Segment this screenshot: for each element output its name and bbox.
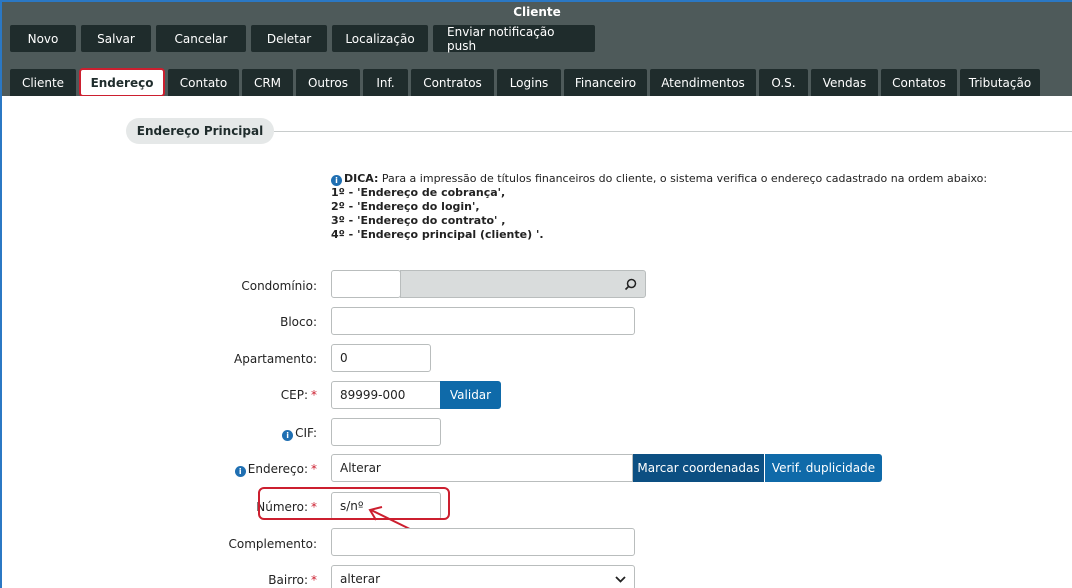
cif-label: i CIF: bbox=[117, 426, 317, 441]
tab-tributacao[interactable]: Tributação bbox=[960, 69, 1040, 96]
bairro-select[interactable]: alterar bbox=[331, 565, 635, 588]
delete-button[interactable]: Deletar bbox=[251, 25, 327, 52]
window-header: Cliente Novo Salvar Cancelar Deletar Loc… bbox=[0, 0, 1072, 97]
bairro-label: Bairro: * bbox=[117, 573, 317, 587]
apartamento-input[interactable]: 0 bbox=[331, 344, 431, 372]
tab-bar: Cliente Endereço Contato CRM Outros Inf.… bbox=[10, 68, 1040, 97]
search-icon[interactable] bbox=[624, 278, 637, 291]
tab-contatos[interactable]: Contatos bbox=[881, 69, 957, 96]
dica-line-4: 4º - 'Endereço principal (cliente) '. bbox=[331, 228, 544, 241]
tab-outros[interactable]: Outros bbox=[296, 69, 360, 96]
required-marker: * bbox=[311, 388, 317, 402]
dica-line-3: 3º - 'Endereço do contrato' , bbox=[331, 214, 506, 227]
cep-label: CEP: * bbox=[117, 388, 317, 402]
endereco-label: i Endereço: * bbox=[117, 462, 317, 477]
dica-prefix: DICA: bbox=[344, 172, 379, 185]
info-icon[interactable]: i bbox=[234, 466, 246, 477]
complemento-label: Complemento: bbox=[228, 537, 317, 551]
condominio-search-field[interactable] bbox=[400, 270, 646, 298]
dica-note: i DICA: Para a impressão de títulos finan… bbox=[331, 172, 987, 242]
location-button[interactable]: Localização bbox=[332, 25, 428, 52]
cif-input[interactable] bbox=[331, 418, 441, 446]
required-marker: * bbox=[311, 573, 317, 587]
endereco-input[interactable]: Alterar bbox=[331, 454, 633, 482]
window-title: Cliente bbox=[513, 5, 561, 19]
endereco-label-text: Endereço: bbox=[247, 462, 308, 476]
tab-vendas[interactable]: Vendas bbox=[811, 69, 878, 96]
section-title: Endereço Principal bbox=[126, 118, 274, 144]
check-duplicity-button[interactable]: Verif. duplicidade bbox=[765, 454, 882, 482]
section-divider bbox=[274, 131, 1072, 132]
condominio-code-input[interactable] bbox=[331, 270, 401, 298]
tab-financeiro[interactable]: Financeiro bbox=[564, 69, 647, 96]
toolbar: Novo Salvar Cancelar Deletar Localização… bbox=[10, 25, 595, 53]
info-icon: i bbox=[331, 175, 342, 186]
bairro-selected-value: alterar bbox=[340, 572, 380, 586]
apartamento-label: Apartamento: bbox=[234, 352, 317, 366]
mark-coordinates-button[interactable]: Marcar coordenadas bbox=[633, 454, 764, 482]
dica-line-1: 1º - 'Endereço de cobrança', bbox=[331, 186, 506, 199]
required-marker: * bbox=[311, 462, 317, 476]
dica-text: Para a impressão de títulos financeiros … bbox=[378, 172, 988, 185]
new-button[interactable]: Novo bbox=[10, 25, 76, 52]
tab-endereco[interactable]: Endereço bbox=[79, 68, 165, 97]
tab-cliente[interactable]: Cliente bbox=[10, 69, 76, 96]
cep-label-text: CEP: bbox=[280, 388, 308, 402]
complemento-input[interactable] bbox=[331, 528, 635, 556]
cep-input[interactable]: 89999-000 bbox=[331, 381, 441, 409]
send-push-button[interactable]: Enviar notificação push bbox=[433, 25, 595, 53]
bairro-label-text: Bairro: bbox=[268, 573, 308, 587]
save-button[interactable]: Salvar bbox=[81, 25, 151, 52]
main-content: Endereço Principal i DICA: Para a impress… bbox=[0, 96, 1072, 588]
dica-line-2: 2º - 'Endereço do login', bbox=[331, 200, 480, 213]
condominio-label: Condomínio: bbox=[241, 279, 317, 293]
bloco-label: Bloco: bbox=[280, 315, 317, 329]
cif-label-text: CIF: bbox=[295, 426, 317, 440]
tab-atendimentos[interactable]: Atendimentos bbox=[650, 69, 756, 96]
tab-contato[interactable]: Contato bbox=[168, 69, 239, 96]
tab-inf[interactable]: Inf. bbox=[363, 69, 408, 96]
tab-os[interactable]: O.S. bbox=[759, 69, 808, 96]
bloco-input[interactable] bbox=[331, 307, 635, 335]
info-icon[interactable]: i bbox=[282, 430, 294, 441]
tab-contratos[interactable]: Contratos bbox=[411, 69, 494, 96]
chevron-down-icon bbox=[615, 575, 626, 583]
cancel-button[interactable]: Cancelar bbox=[156, 25, 246, 52]
tab-logins[interactable]: Logins bbox=[497, 69, 561, 96]
validate-cep-button[interactable]: Validar bbox=[440, 381, 501, 409]
tab-crm[interactable]: CRM bbox=[242, 69, 293, 96]
